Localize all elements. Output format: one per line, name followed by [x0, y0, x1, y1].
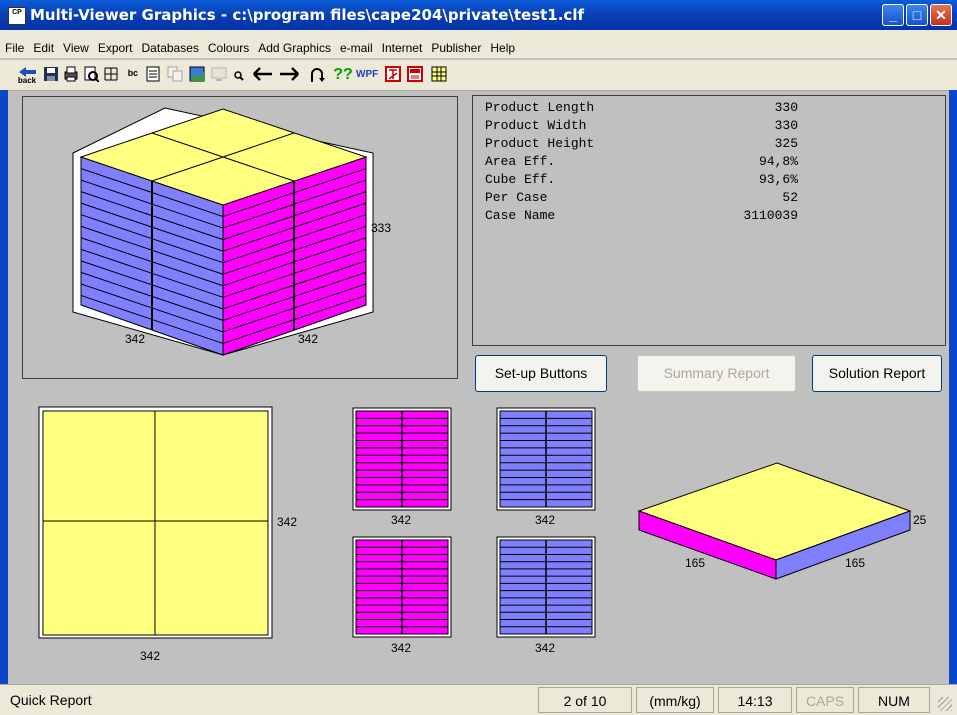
case-left-label: 165 — [685, 556, 706, 570]
info-value: 330 — [774, 118, 798, 133]
info-value: 325 — [774, 136, 798, 151]
wpf-icon[interactable]: WPF — [356, 66, 378, 84]
pdf-icon[interactable] — [384, 66, 402, 84]
summary-report-button[interactable]: Summary Report — [637, 355, 796, 392]
status-page: 2 of 10 — [538, 687, 632, 713]
status-time: 14:13 — [718, 687, 792, 713]
menu-bar: File Edit View Export Databases Colours Add Gr… — [0, 38, 957, 58]
maximize-icon: □ — [912, 7, 922, 23]
solution-report-button[interactable]: Solution Report — [812, 355, 942, 392]
info-row: Area Eff. — [485, 154, 556, 169]
pallet-height-label: 333 — [371, 221, 392, 235]
table-icon[interactable] — [430, 66, 448, 84]
info-row: Per Case — [485, 190, 548, 205]
left-arrow-icon[interactable] — [252, 66, 274, 84]
setup-buttons-button[interactable]: Set-up Buttons — [475, 355, 607, 392]
menu-email[interactable]: e-mail — [335, 38, 377, 55]
side-view-3 — [352, 536, 452, 638]
menu-help[interactable]: Help — [485, 38, 519, 55]
info-value: 94,8% — [758, 154, 798, 169]
minimize-icon: _ — [889, 7, 897, 23]
menu-edit[interactable]: Edit — [28, 38, 58, 55]
side-view-4 — [496, 536, 596, 638]
case-right-label: 165 — [845, 556, 866, 570]
side-view-2-label: 342 — [535, 513, 556, 527]
print-preview-icon[interactable] — [82, 66, 100, 84]
info-value: 93,6% — [758, 172, 798, 187]
resize-grip[interactable] — [938, 697, 952, 711]
save-icon[interactable] — [42, 66, 60, 84]
menu-colours[interactable]: Colours — [203, 38, 253, 55]
back-label: back — [17, 76, 37, 85]
status-text: Quick Report — [10, 692, 92, 708]
back-icon[interactable]: back — [16, 66, 38, 85]
top-view — [38, 406, 273, 639]
product-info-panel: Product Length 330 Product Width 330 Pro… — [472, 95, 946, 346]
grid-icon[interactable] — [102, 66, 120, 84]
menu-view[interactable]: View — [58, 38, 93, 55]
menu-publisher[interactable]: Publisher — [426, 38, 485, 55]
info-value: 330 — [774, 100, 798, 115]
case-3d-view — [637, 462, 912, 580]
side-view-2 — [496, 407, 596, 511]
info-row: Case Name — [485, 208, 556, 223]
pdf2-icon[interactable] — [406, 66, 424, 84]
status-units: (mm/kg) — [636, 687, 714, 713]
side-view-3-label: 342 — [391, 641, 412, 655]
status-bar: Quick Report 2 of 10 (mm/kg) 14:13 CAPS … — [0, 684, 957, 715]
menu-internet[interactable]: Internet — [377, 38, 427, 55]
menu-file[interactable]: File — [0, 38, 28, 55]
minimize-button[interactable]: _ — [882, 4, 904, 26]
side-view-1 — [352, 407, 452, 511]
side-view-4-label: 342 — [535, 641, 556, 655]
menu-export[interactable]: Export — [93, 38, 137, 55]
close-icon: ✕ — [935, 7, 947, 23]
info-row: Product Height — [485, 136, 595, 151]
top-view-right-label: 342 — [277, 515, 298, 529]
app-icon: CP — [8, 7, 26, 25]
case-height-label: 25 — [913, 513, 927, 527]
top-view-bottom-label: 342 — [140, 649, 161, 663]
status-caps: CAPS — [796, 687, 854, 713]
print-icon[interactable] — [62, 66, 80, 84]
info-row: Product Width — [485, 118, 587, 133]
monitor-icon[interactable] — [210, 66, 228, 84]
status-num: NUM — [858, 687, 930, 713]
info-row: Product Length — [485, 100, 595, 115]
pallet-left-label: 342 — [125, 332, 146, 346]
window-title: Multi-Viewer Graphics - c:\program files… — [30, 6, 584, 24]
close-button[interactable]: ✕ — [930, 4, 952, 26]
rotate-icon[interactable] — [308, 66, 326, 84]
pallet-3d-view — [72, 107, 374, 356]
menu-add-graphics[interactable]: Add Graphics — [253, 38, 335, 55]
title-bar: CP Multi-Viewer Graphics - c:\program fi… — [0, 0, 957, 30]
right-arrow-icon[interactable] — [278, 66, 300, 84]
text-icon[interactable]: ᵇᶜ — [124, 66, 142, 84]
image-icon[interactable] — [188, 66, 206, 84]
copy-icon[interactable] — [166, 66, 184, 84]
pallet-right-label: 342 — [298, 332, 319, 346]
menu-databases[interactable]: Databases — [137, 38, 203, 55]
help-icon[interactable]: ?? — [332, 66, 354, 84]
zoom-icon[interactable] — [230, 66, 248, 84]
maximize-button[interactable]: □ — [906, 4, 928, 26]
pallet-3d-panel: 333 342 342 — [22, 96, 458, 379]
info-value: 3110039 — [743, 208, 798, 223]
notepad-icon[interactable] — [144, 66, 162, 84]
info-row: Cube Eff. — [485, 172, 556, 187]
info-value: 52 — [782, 190, 798, 205]
side-view-1-label: 342 — [391, 513, 412, 527]
